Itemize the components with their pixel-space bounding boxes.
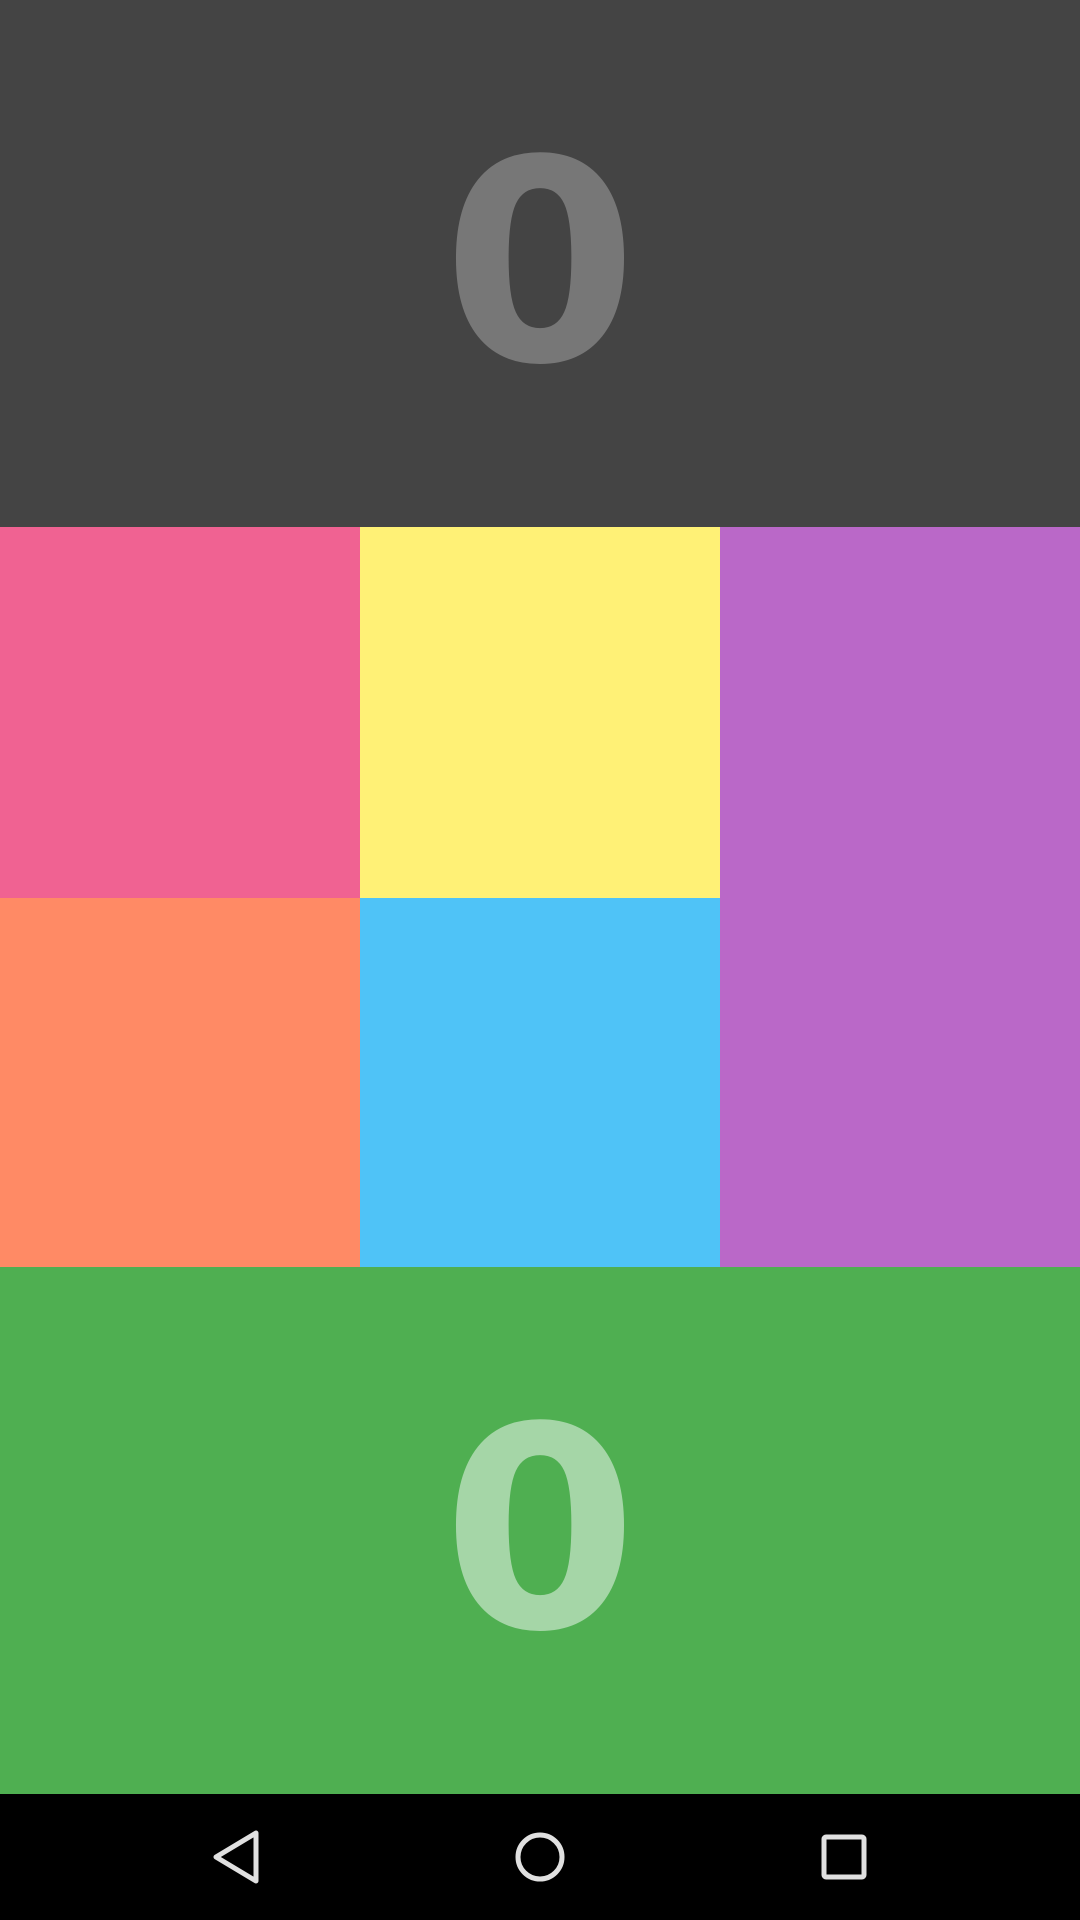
back-icon	[213, 1830, 259, 1884]
game-screen: 0 0	[0, 0, 1080, 1920]
back-button[interactable]	[198, 1819, 274, 1895]
top-player-score-panel[interactable]: 0	[0, 0, 1080, 527]
pink-tile[interactable]	[0, 527, 360, 898]
home-icon	[515, 1832, 565, 1882]
yellow-tile[interactable]	[360, 527, 720, 898]
orange-tile[interactable]	[0, 898, 360, 1267]
bottom-player-score: 0	[442, 1367, 638, 1694]
blue-tile[interactable]	[360, 898, 720, 1267]
recents-button[interactable]	[806, 1819, 882, 1895]
bottom-player-score-panel[interactable]: 0	[0, 1267, 1080, 1794]
system-navigation-bar	[0, 1794, 1080, 1920]
recents-icon	[821, 1834, 867, 1880]
purple-tile[interactable]	[720, 527, 1080, 1267]
home-button[interactable]	[502, 1819, 578, 1895]
top-player-score: 0	[442, 100, 638, 427]
